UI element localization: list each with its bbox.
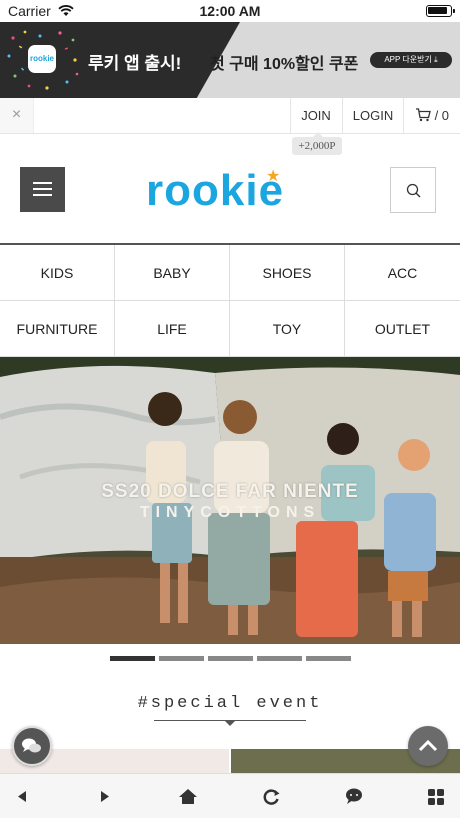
cart-icon [415, 108, 431, 122]
home-icon [179, 789, 197, 804]
cart-count: / 0 [434, 108, 450, 123]
apps-button[interactable] [416, 774, 456, 819]
app-icon: rookie [28, 45, 56, 73]
slide-indicator[interactable] [208, 656, 253, 661]
reload-icon [263, 789, 280, 805]
scroll-to-top-button[interactable] [408, 726, 448, 766]
category-life[interactable]: LIFE [115, 301, 230, 357]
home-button[interactable] [168, 774, 208, 819]
star-icon: ★ [266, 168, 282, 185]
app-promo-banner[interactable]: rookie 루키 앱 출시! 첫 구매 10%할인 쿠폰 APP 다운받기 ⤓ [0, 22, 460, 98]
grid-icon [428, 789, 444, 805]
category-grid: KIDS BABY SHOES ACC FURNITURE LIFE TOY O… [0, 243, 460, 357]
category-furniture[interactable]: FURNITURE [0, 301, 115, 357]
banner-promo-text: 첫 구매 10%할인 쿠폰 [210, 56, 359, 73]
category-shoes[interactable]: SHOES [230, 245, 345, 301]
slide-indicator[interactable] [159, 656, 204, 661]
status-bar: Carrier 12:00 AM [0, 0, 460, 22]
chevron-up-icon [418, 739, 438, 752]
slide-indicator[interactable] [110, 656, 155, 661]
logo-text: rookie [146, 166, 285, 215]
slider-pagination [110, 656, 351, 661]
slide-indicator[interactable] [306, 656, 351, 661]
hamburger-icon [33, 182, 52, 184]
hamburger-menu-button[interactable] [20, 167, 65, 212]
category-outlet[interactable]: OUTLET [345, 301, 460, 357]
join-link[interactable]: JOIN [290, 98, 342, 133]
search-button[interactable] [390, 167, 436, 213]
back-icon [18, 791, 26, 802]
comment-icon [346, 788, 362, 804]
battery-icon [426, 5, 455, 17]
forward-icon [101, 791, 109, 802]
slide-indicator[interactable] [257, 656, 302, 661]
search-icon [406, 183, 421, 198]
category-baby[interactable]: BABY [115, 245, 230, 301]
chat-icon [22, 738, 41, 753]
banner-headline: 루키 앱 출시! [88, 54, 182, 73]
app-download-button[interactable]: APP 다운받기 ⤓ [370, 52, 452, 68]
category-kids[interactable]: KIDS [0, 245, 115, 301]
close-banner-button[interactable]: × [0, 98, 34, 133]
comment-button[interactable] [334, 774, 374, 819]
cart-link[interactable]: / 0 [404, 98, 460, 133]
chat-button[interactable] [12, 726, 52, 766]
close-icon: × [11, 106, 22, 123]
clock: 12:00 AM [199, 3, 261, 19]
hero-subtitle: TINYCOTTONS [139, 504, 321, 521]
category-acc[interactable]: ACC [345, 245, 460, 301]
category-toy[interactable]: TOY [230, 301, 345, 357]
back-button[interactable] [2, 774, 42, 819]
login-link[interactable]: LOGIN [343, 98, 403, 133]
hero-slide[interactable]: SS20 DOLCE FAR NIENTE TINYCOTTONS [0, 357, 460, 644]
join-reward-tooltip: +2,000P [292, 132, 342, 155]
browser-toolbar [0, 773, 460, 818]
reload-button[interactable] [251, 774, 291, 819]
special-event-heading: #special event [137, 694, 323, 713]
site-logo[interactable]: rookie ★ [146, 166, 316, 216]
hero-title: SS20 DOLCE FAR NIENTE [101, 481, 359, 502]
top-nav: × JOIN LOGIN / 0 [0, 98, 460, 134]
forward-button[interactable] [85, 774, 125, 819]
heading-pointer [224, 720, 236, 726]
